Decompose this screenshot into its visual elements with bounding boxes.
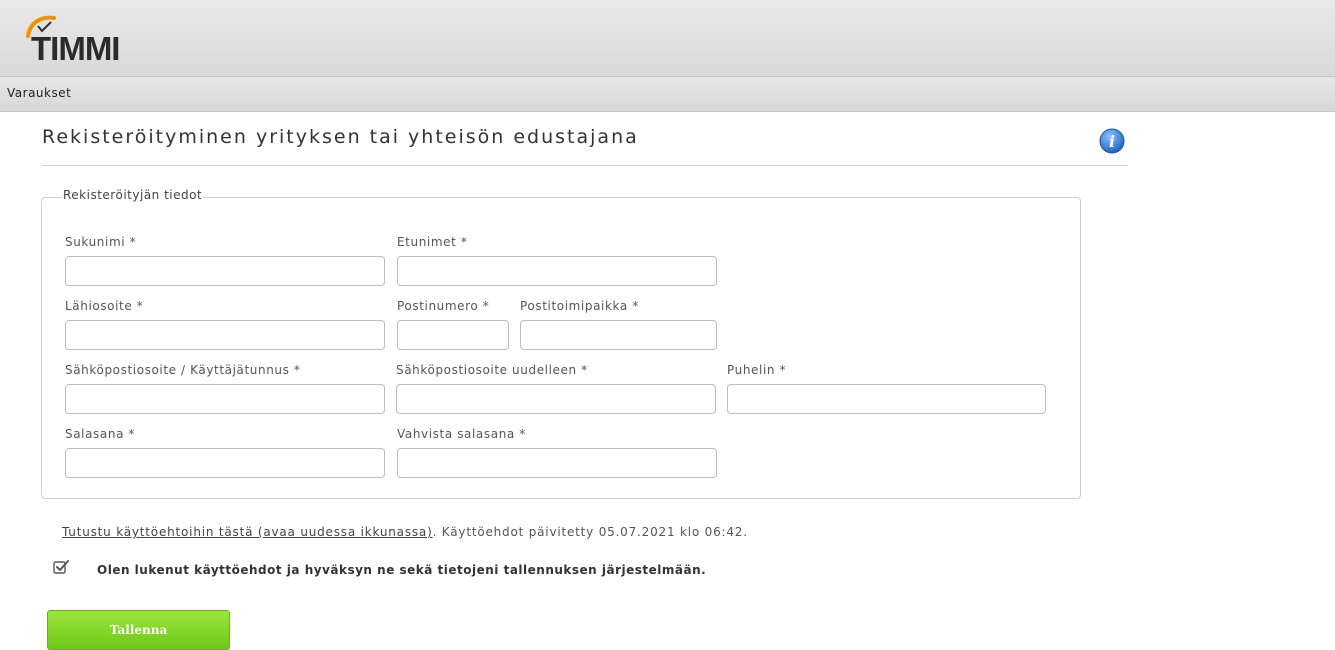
etunimet-input[interactable] [397,256,717,286]
save-button[interactable]: Tallenna [47,610,230,650]
phone-input[interactable] [727,384,1046,414]
postinumero-input[interactable] [397,320,509,350]
title-divider [42,165,1128,166]
puhelin-label: Puhelin * [727,363,787,377]
terms-updated-text: . Käyttöehdot päivitetty 05.07.2021 klo … [432,525,748,539]
postitoimipaikka-label: Postitoimipaikka * [520,299,639,313]
password-confirm-input[interactable] [397,448,717,478]
sukunimi-input[interactable] [65,256,385,286]
page-title: Rekisteröityminen yrityksen tai yhteisön… [42,126,639,148]
fieldset-legend: Rekisteröityjän tiedot [62,188,204,202]
sukunimi-label: Sukunimi * [65,235,137,249]
email-confirm-input[interactable] [396,384,716,414]
sahkoposti-uudelleen-label: Sähköpostiosoite uudelleen * [396,363,588,377]
etunimet-label: Etunimet * [397,235,468,249]
terms-line: Tutustu käyttöehtoihin tästä (avaa uudes… [62,525,748,539]
postitoimipaikka-input[interactable] [520,320,717,350]
info-icon[interactable]: i [1099,128,1125,154]
header-bar: TIMMI [0,0,1335,77]
logo-text: TIMMI [31,30,120,67]
vahvista-salasana-label: Vahvista salasana * [397,427,526,441]
sahkoposti-label: Sähköpostiosoite / Käyttäjätunnus * [65,363,301,377]
salasana-label: Salasana * [65,427,136,441]
lahiosoite-input[interactable] [65,320,385,350]
email-username-input[interactable] [65,384,385,414]
accept-terms-label[interactable]: Olen lukenut käyttöehdot ja hyväksyn ne … [97,563,706,577]
timmi-logo[interactable]: TIMMI [24,12,154,68]
nav-item-varaukset[interactable]: Varaukset [7,86,71,100]
postinumero-label: Postinumero * [397,299,490,313]
checkbox-checked-icon[interactable] [53,559,69,575]
password-input[interactable] [65,448,385,478]
nav-bar: Varaukset [0,77,1335,112]
terms-link[interactable]: Tutustu käyttöehtoihin tästä (avaa uudes… [62,525,433,539]
lahiosoite-label: Lähiosoite * [65,299,144,313]
svg-text:i: i [1109,132,1115,151]
